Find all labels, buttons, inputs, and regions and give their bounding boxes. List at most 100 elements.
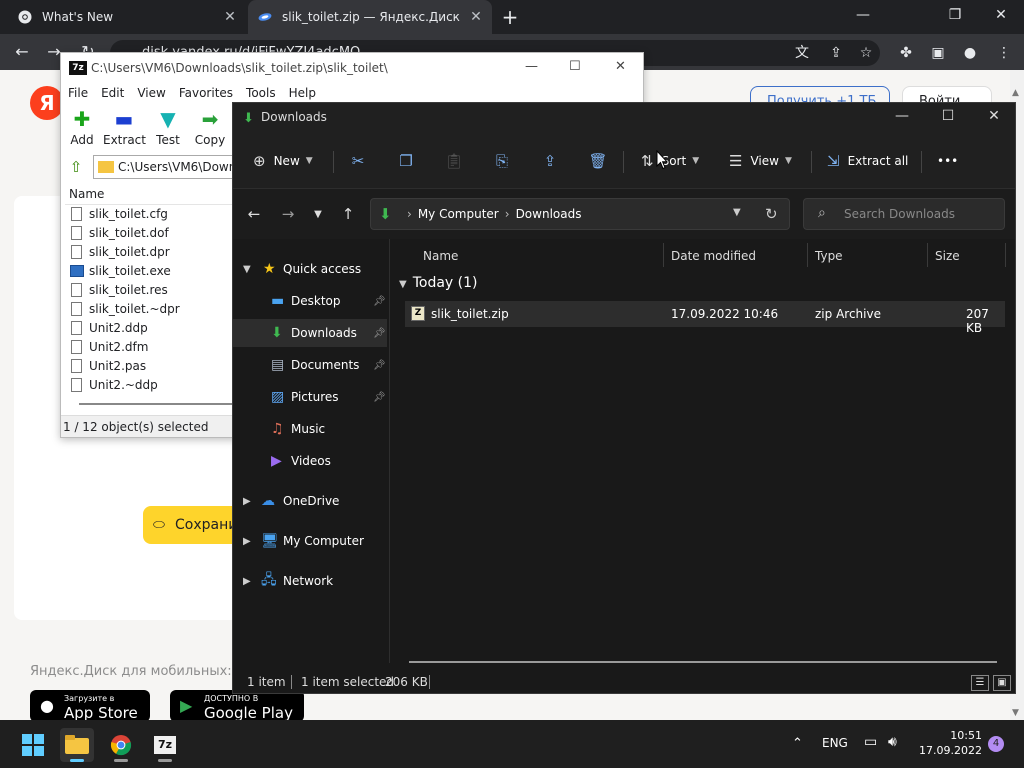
share-icon[interactable]: ⇪ (539, 150, 561, 172)
table-row[interactable]: Z slik_toilet.zip 17.09.2022 10:46 zip A… (405, 301, 1005, 335)
nav-desktop[interactable]: ▬ Desktop 📌︎ (233, 287, 387, 315)
taskbar-7zip[interactable]: 7z (148, 728, 182, 762)
menu-tools[interactable]: Tools (239, 83, 282, 103)
sevenzip-titlebar[interactable]: 7z C:\Users\VM6\Downloads\slik_toilet.zi… (61, 53, 643, 83)
back-button[interactable]: ← (10, 40, 34, 64)
list-item[interactable]: slik_toilet.dof (69, 224, 169, 243)
column-header-size[interactable]: Size (935, 249, 960, 263)
scroll-up-icon[interactable]: ▲ (1012, 88, 1019, 98)
side-panel-icon[interactable]: ▣ (928, 43, 948, 63)
close-button[interactable]: ✕ (978, 0, 1024, 30)
pin-icon[interactable]: 📌︎ (373, 296, 386, 307)
scroll-down-icon[interactable]: ▼ (1012, 708, 1019, 718)
sort-button[interactable]: ⇅ Sort ▼ (641, 147, 699, 175)
explorer-titlebar[interactable]: ⬇ Downloads — ☐ ✕ (233, 103, 1015, 133)
nav-downloads[interactable]: ⬇ Downloads 📌︎ (233, 319, 387, 347)
column-divider[interactable] (663, 243, 664, 267)
up-folder-icon[interactable]: ⇧ (67, 158, 85, 176)
list-item[interactable]: slik_toilet.dpr (69, 243, 170, 262)
nav-my-computer[interactable]: ▶ 🖥︎ My Computer (233, 527, 387, 555)
breadcrumb-downloads[interactable]: Downloads (516, 207, 582, 221)
menu-view[interactable]: View (130, 83, 171, 103)
nav-videos[interactable]: ▶ Videos (233, 447, 387, 475)
chrome-menu-icon[interactable]: ⋮ (994, 43, 1014, 63)
list-item[interactable]: Unit2.~ddp (69, 376, 158, 395)
minimize-button[interactable]: — (525, 59, 538, 74)
nav-music[interactable]: ♫ Music (233, 415, 387, 443)
list-item[interactable]: Unit2.pas (69, 357, 146, 376)
pane-divider[interactable] (389, 239, 390, 663)
details-view-icon[interactable]: ☰ (971, 675, 989, 691)
copy-icon[interactable]: ❐ (395, 150, 417, 172)
list-item[interactable]: Unit2.dfm (69, 338, 148, 357)
new-button[interactable]: ⊕ New ▼ (253, 147, 313, 175)
delete-icon[interactable]: 🗑︎ (587, 150, 609, 172)
taskbar-file-explorer[interactable] (60, 728, 94, 762)
pin-icon[interactable]: 📌︎ (373, 360, 386, 371)
new-tab-button[interactable]: + (498, 5, 522, 29)
tiles-view-icon[interactable]: ▣ (993, 675, 1011, 691)
recent-locations-icon[interactable]: ▼ (307, 209, 329, 220)
list-item[interactable]: slik_toilet.cfg (69, 205, 168, 224)
profile-icon[interactable]: ● (960, 43, 980, 63)
clock[interactable]: 10:51 17.09.2022 (906, 728, 982, 758)
view-button[interactable]: ☰ View ▼ (729, 147, 792, 175)
bookmark-star-icon[interactable]: ☆ (856, 43, 876, 63)
close-tab-icon[interactable]: ✕ (468, 9, 484, 25)
translate-icon[interactable]: 文 (792, 43, 812, 63)
close-tab-icon[interactable]: ✕ (222, 9, 238, 25)
extract-all-button[interactable]: ⇲ Extract all (827, 147, 908, 175)
up-arrow-icon[interactable]: ↑ (337, 205, 359, 223)
taskbar-chrome[interactable] (104, 728, 138, 762)
horizontal-scrollbar[interactable] (409, 661, 997, 663)
tab-whats-new[interactable]: What's New ✕ (8, 0, 246, 34)
nav-documents[interactable]: ▤ Documents 📌︎ (233, 351, 387, 379)
restore-button[interactable]: ❐ (932, 0, 978, 30)
extract-button[interactable]: ▬ Extract (103, 105, 146, 147)
list-item[interactable]: slik_toilet.exe (69, 262, 171, 281)
close-button[interactable]: ✕ (615, 59, 626, 74)
minimize-button[interactable]: — (840, 0, 886, 30)
breadcrumb[interactable]: ⬇ › My Computer › Downloads ▼ ↻ (370, 198, 790, 230)
refresh-icon[interactable]: ↻ (765, 205, 778, 223)
column-divider[interactable] (927, 243, 928, 267)
menu-file[interactable]: File (61, 83, 94, 103)
maximize-button[interactable]: ☐ (933, 108, 963, 124)
pin-icon[interactable]: 📌︎ (373, 392, 386, 403)
tab-yandex-disk[interactable]: slik_toilet.zip — Яндекс.Диск ✕ (248, 0, 492, 34)
paste-icon[interactable]: 📋︎ (443, 150, 465, 172)
rename-icon[interactable]: ⎘ (491, 150, 513, 172)
list-item[interactable]: slik_toilet.~dpr (69, 300, 180, 319)
close-button[interactable]: ✕ (979, 108, 1009, 124)
network-icon[interactable]: ▭ (864, 734, 877, 750)
extensions-icon[interactable]: ✤ (896, 43, 916, 63)
test-button[interactable]: ▼ Test (147, 105, 189, 147)
column-divider[interactable] (807, 243, 808, 267)
copy-button[interactable]: ➡ Copy (189, 105, 231, 147)
column-header-type[interactable]: Type (815, 249, 843, 263)
nav-pictures[interactable]: ▨ Pictures 📌︎ (233, 383, 387, 411)
chevron-down-icon[interactable]: ▼ (733, 207, 741, 218)
maximize-button[interactable]: ☐ (569, 59, 581, 74)
google-play-badge[interactable]: ▶ ДОСТУПНО В Google Play (170, 690, 304, 722)
list-item[interactable]: slik_toilet.res (69, 281, 168, 300)
volume-icon[interactable]: 🔊︎ (888, 734, 897, 750)
forward-arrow-icon[interactable]: → (277, 205, 299, 223)
minimize-button[interactable]: — (887, 108, 917, 124)
nav-quick-access[interactable]: ▼ ★ Quick access (233, 255, 387, 283)
start-button[interactable] (16, 728, 50, 762)
search-input[interactable]: ⌕ Search Downloads (803, 198, 1005, 230)
column-header-date[interactable]: Date modified (671, 249, 756, 263)
column-divider[interactable] (1005, 243, 1006, 267)
add-button[interactable]: ✚ Add (61, 105, 103, 147)
list-item[interactable]: Unit2.ddp (69, 319, 148, 338)
column-header-name[interactable]: Name (423, 249, 458, 263)
nav-onedrive[interactable]: ▶ ☁ OneDrive (233, 487, 387, 515)
group-header-today[interactable]: ▼ Today (1) (399, 275, 477, 291)
menu-favorites[interactable]: Favorites (172, 83, 239, 103)
menu-edit[interactable]: Edit (94, 83, 130, 103)
cut-icon[interactable]: ✂ (347, 150, 369, 172)
more-options-button[interactable]: ••• (937, 147, 958, 175)
pin-icon[interactable]: 📌︎ (373, 328, 386, 339)
yandex-logo[interactable]: Я (30, 86, 64, 120)
